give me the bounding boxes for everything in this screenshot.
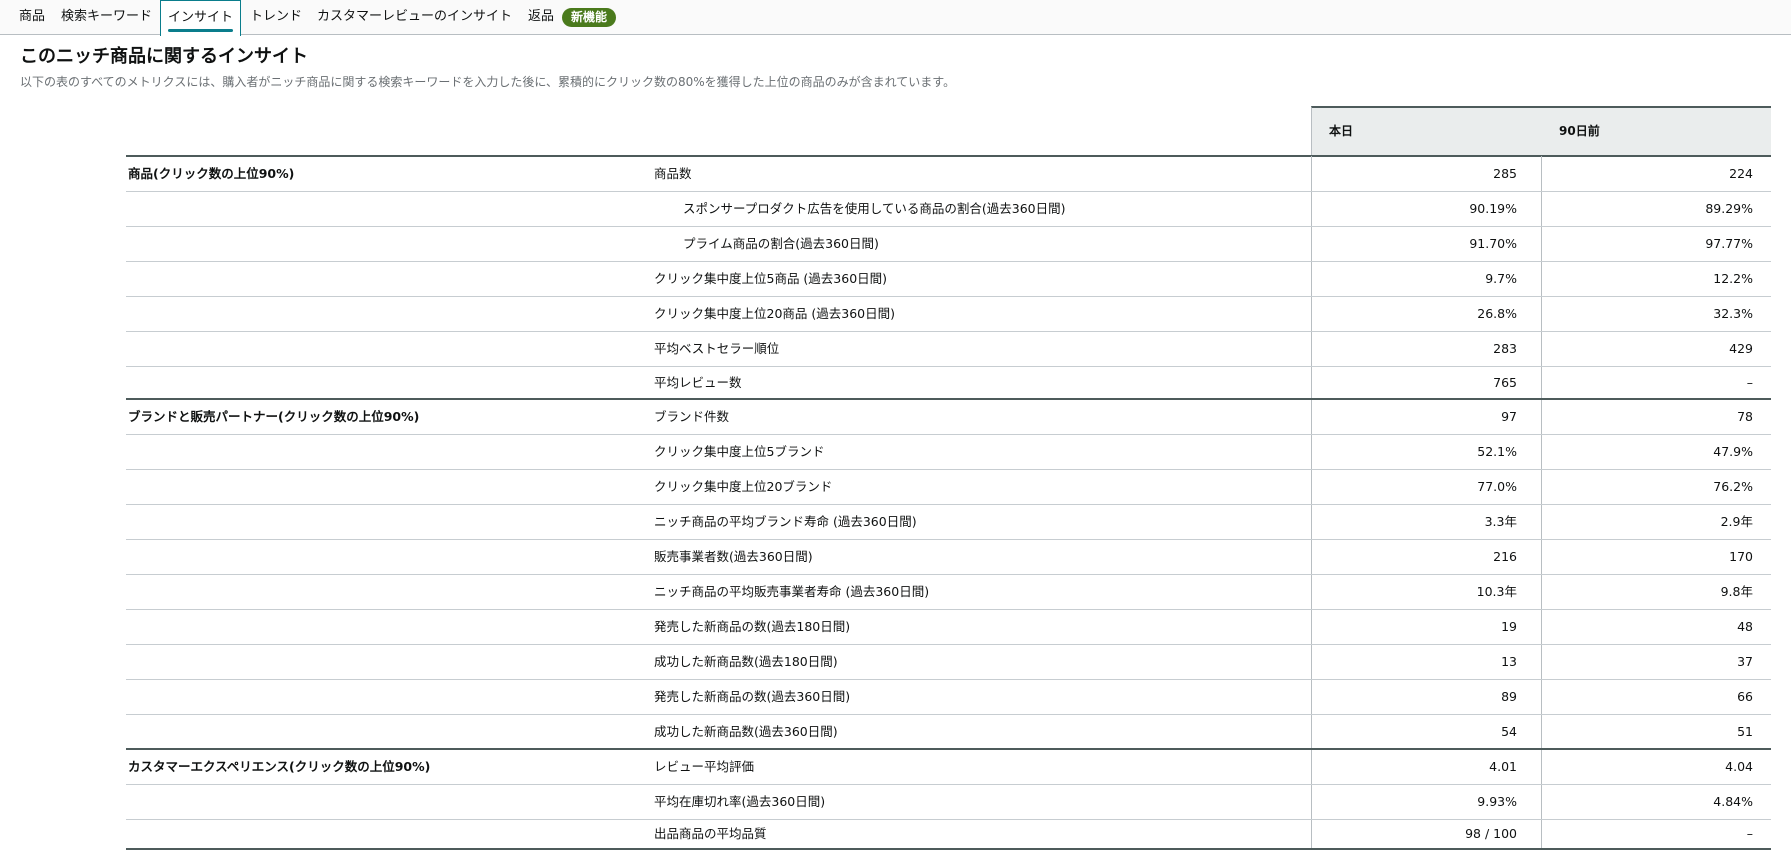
tab-bar: 商品 検索キーワード インサイト トレンド カスタマーレビューのインサイト 返品… (0, 0, 1791, 36)
tab-returns[interactable]: 返品 (528, 0, 554, 35)
value-90-days-ago: 78 (1737, 409, 1753, 424)
value-today: 54 (1501, 724, 1517, 739)
table-row: クリック集中度上位20ブランド 77.0% 76.2% (126, 470, 1771, 505)
table-row: 平均在庫切れ率(過去360日間) 9.93% 4.84% (126, 785, 1771, 820)
metric-label: ニッチ商品の平均ブランド寿命 (過去360日間) (654, 514, 917, 529)
metric-label: 出品商品の平均品質 (654, 826, 767, 841)
value-90-days-ago: 429 (1729, 341, 1753, 356)
table-row: ニッチ商品の平均販売事業者寿命 (過去360日間) 10.3年 9.8年 (126, 575, 1771, 610)
table-row: 出品商品の平均品質 98 / 100 – (126, 820, 1771, 850)
row-group-label: 商品(クリック数の上位90%) (128, 166, 295, 181)
value-today: 90.19% (1469, 201, 1517, 216)
page-title: このニッチ商品に関するインサイト (20, 46, 308, 67)
table-row: 商品(クリック数の上位90%) 商品数 285 224 (126, 157, 1771, 192)
value-today: 77.0% (1477, 479, 1517, 494)
tab-products[interactable]: 商品 (19, 0, 45, 35)
metric-label: 発売した新商品の数(過去180日間) (654, 619, 851, 634)
value-90-days-ago: – (1746, 375, 1753, 390)
table-row: ブランドと販売パートナー(クリック数の上位90%) ブランド件数 97 78 (126, 400, 1771, 435)
page-subtitle: 以下の表のすべてのメトリクスには、購入者がニッチ商品に関する検索キーワードを入力… (20, 75, 956, 89)
new-feature-badge: 新機能 (562, 8, 617, 27)
table-row: 平均ベストセラー順位 283 429 (126, 332, 1771, 367)
metric-label: 販売事業者数(過去360日間) (654, 549, 813, 564)
value-90-days-ago: 12.2% (1713, 271, 1753, 286)
value-today: 89 (1501, 689, 1517, 704)
value-today: 9.7% (1485, 271, 1517, 286)
value-today: 26.8% (1477, 306, 1517, 321)
value-today: 52.1% (1477, 444, 1517, 459)
tab-trends[interactable]: トレンド (250, 0, 302, 35)
metric-label: 成功した新商品数(過去180日間) (654, 654, 838, 669)
metric-label: 成功した新商品数(過去360日間) (654, 724, 838, 739)
table-row: クリック集中度上位5ブランド 52.1% 47.9% (126, 435, 1771, 470)
value-90-days-ago: 66 (1737, 689, 1753, 704)
metric-label: スポンサープロダクト広告を使用している商品の割合(過去360日間) (683, 201, 1066, 216)
value-today: 10.3年 (1476, 584, 1517, 599)
value-90-days-ago: 48 (1737, 619, 1753, 634)
metric-label: 商品数 (654, 166, 692, 181)
value-today: 19 (1501, 619, 1517, 634)
value-90-days-ago: 2.9年 (1720, 514, 1753, 529)
table-row: クリック集中度上位20商品 (過去360日間) 26.8% 32.3% (126, 297, 1771, 332)
value-today: 285 (1493, 166, 1517, 181)
value-today: 91.70% (1469, 236, 1517, 251)
value-today: 4.01 (1489, 759, 1517, 774)
metric-label: クリック集中度上位20ブランド (654, 479, 833, 494)
tab-customer-review-insights[interactable]: カスタマーレビューのインサイト (317, 0, 512, 35)
tab-search-keywords[interactable]: 検索キーワード (61, 0, 152, 35)
value-90-days-ago: 32.3% (1713, 306, 1753, 321)
row-group-label: ブランドと販売パートナー(クリック数の上位90%) (128, 409, 420, 424)
table-row: 発売した新商品の数(過去360日間) 89 66 (126, 680, 1771, 715)
column-header-90-days-ago: 90日前 (1559, 124, 1600, 138)
metric-label: ブランド件数 (654, 409, 730, 424)
value-90-days-ago: 47.9% (1713, 444, 1753, 459)
table-row: 成功した新商品数(過去360日間) 54 51 (126, 715, 1771, 750)
value-90-days-ago: 76.2% (1713, 479, 1753, 494)
metric-label: クリック集中度上位5ブランド (654, 444, 825, 459)
value-today: 13 (1501, 654, 1517, 669)
value-90-days-ago: 4.04 (1725, 759, 1753, 774)
value-today: 97 (1501, 409, 1517, 424)
group-divider (126, 848, 1771, 850)
table-row: 発売した新商品の数(過去180日間) 19 48 (126, 610, 1771, 645)
value-today: 9.93% (1477, 794, 1517, 809)
table-row: 成功した新商品数(過去180日間) 13 37 (126, 645, 1771, 680)
table-row: 販売事業者数(過去360日間) 216 170 (126, 540, 1771, 575)
metric-label: 平均在庫切れ率(過去360日間) (654, 794, 826, 809)
metric-label: レビュー平均評価 (654, 759, 755, 774)
value-today: 765 (1493, 375, 1517, 390)
table-row: スポンサープロダクト広告を使用している商品の割合(過去360日間) 90.19% 8… (126, 192, 1771, 227)
column-header-today: 本日 (1329, 124, 1354, 138)
table-row: ニッチ商品の平均ブランド寿命 (過去360日間) 3.3年 2.9年 (126, 505, 1771, 540)
value-90-days-ago: 89.29% (1705, 201, 1753, 216)
value-today: 216 (1493, 549, 1517, 564)
value-90-days-ago: 97.77% (1705, 236, 1753, 251)
tab-insights-label: インサイト (168, 10, 234, 25)
table-row: クリック集中度上位5商品 (過去360日間) 9.7% 12.2% (126, 262, 1771, 297)
table-row: プライム商品の割合(過去360日間) 91.70% 97.77% (126, 227, 1771, 262)
value-today: 3.3年 (1484, 514, 1517, 529)
table-row: 平均レビュー数 765 – (126, 367, 1771, 400)
value-90-days-ago: 170 (1729, 549, 1753, 564)
metric-label: 平均レビュー数 (654, 375, 742, 390)
metric-label: クリック集中度上位5商品 (過去360日間) (654, 271, 888, 286)
value-90-days-ago: 37 (1737, 654, 1753, 669)
metric-label: ニッチ商品の平均販売事業者寿命 (過去360日間) (654, 584, 930, 599)
table-row: カスタマーエクスペリエンス(クリック数の上位90%) レビュー平均評価 4.01 4.… (126, 750, 1771, 785)
value-90-days-ago: 9.8年 (1720, 584, 1753, 599)
active-tab-indicator (168, 29, 234, 32)
value-90-days-ago: 224 (1729, 166, 1753, 181)
value-today: 283 (1493, 341, 1517, 356)
column-header: 本日 90日前 (1311, 106, 1771, 156)
tab-insights[interactable]: インサイト (160, 0, 242, 36)
value-90-days-ago: 51 (1737, 724, 1753, 739)
row-group-label: カスタマーエクスペリエンス(クリック数の上位90%) (128, 759, 431, 774)
metric-label: プライム商品の割合(過去360日間) (683, 236, 879, 251)
metric-label: 発売した新商品の数(過去360日間) (654, 689, 851, 704)
metric-label: クリック集中度上位20商品 (過去360日間) (654, 306, 895, 321)
value-today: 98 / 100 (1465, 826, 1517, 841)
value-90-days-ago: – (1746, 826, 1753, 841)
metric-label: 平均ベストセラー順位 (654, 341, 780, 356)
value-90-days-ago: 4.84% (1713, 794, 1753, 809)
